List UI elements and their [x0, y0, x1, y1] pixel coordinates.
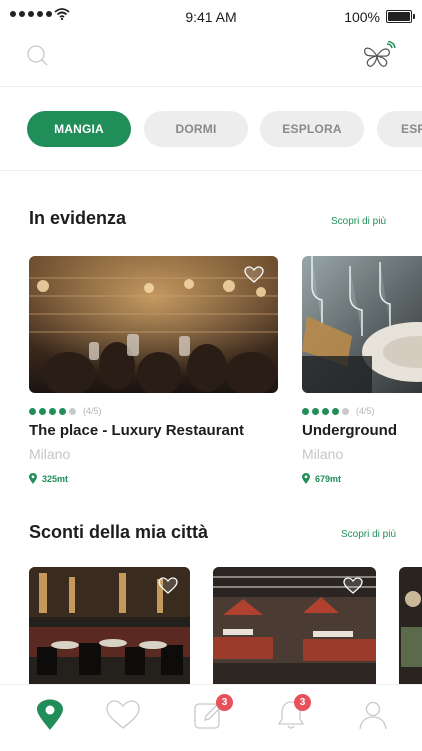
edit-badge: 3: [216, 694, 233, 711]
rating: (4/5): [29, 406, 102, 416]
restaurant-photo[interactable]: [29, 256, 278, 393]
distance-text: 325mt: [42, 473, 69, 484]
restaurant-photo[interactable]: [302, 256, 422, 393]
rating-dot: [332, 407, 339, 415]
favorite-heart-icon[interactable]: [158, 577, 178, 595]
butterfly-logo-icon[interactable]: [362, 41, 396, 71]
featured-more-link[interactable]: Scopri di più: [331, 216, 386, 227]
rating-dot: [69, 407, 76, 415]
restaurant-photo-image: [29, 256, 278, 393]
card-city: Milano: [302, 446, 344, 462]
restaurant-photo-image: [302, 256, 422, 393]
rating-dot: [302, 407, 309, 415]
card-distance: 325mt: [29, 473, 68, 484]
top-bar: [0, 34, 422, 87]
nav-notifications[interactable]: [266, 685, 316, 745]
tab-mangia[interactable]: MANGIA: [27, 111, 131, 147]
featured-title: In evidenza: [29, 208, 127, 228]
rating-text: (4/5): [356, 406, 375, 416]
rating-text: (4/5): [83, 406, 102, 416]
favorite-heart-icon[interactable]: [244, 266, 264, 284]
rating-dot: [342, 407, 349, 415]
bottom-nav: 3 3: [0, 684, 422, 751]
card-distance: 679mt: [302, 473, 341, 484]
battery-icon: [386, 10, 415, 23]
favorite-heart-icon[interactable]: [343, 577, 363, 595]
rating-dot: [29, 407, 36, 415]
user-icon: [359, 701, 387, 730]
status-bar: 9:41 AM 100%: [0, 0, 422, 34]
tab-partial[interactable]: ESP: [377, 111, 422, 147]
category-tabs: MANGIA DORMI ESPLORA ESP: [0, 86, 422, 171]
restaurant-photo[interactable]: [399, 567, 422, 687]
distance-text: 679mt: [315, 473, 342, 484]
nav-profile[interactable]: [348, 685, 398, 745]
rating-dot: [49, 407, 56, 415]
discounts-more-link[interactable]: Scopri di più: [341, 529, 396, 540]
location-pin-icon: [29, 473, 37, 484]
card-title[interactable]: Underground: [302, 422, 397, 439]
search-icon[interactable]: [26, 44, 50, 68]
rating-dot: [39, 407, 46, 415]
rating-dot: [322, 407, 329, 415]
tab-esplora[interactable]: ESPLORA: [260, 111, 364, 147]
discounts-title: Sconti della mia città: [29, 522, 209, 542]
tab-dormi[interactable]: DORMI: [144, 111, 248, 147]
location-pin-icon: [302, 473, 310, 484]
card-title[interactable]: The place - Luxury Restaurant: [29, 422, 244, 439]
notifications-badge: 3: [294, 694, 311, 711]
rating-dot: [59, 407, 66, 415]
rating: (4/5): [302, 406, 375, 416]
card-city: Milano: [29, 446, 71, 462]
location-pin-icon: [37, 699, 63, 730]
restaurant-photo-image: [399, 567, 422, 687]
heart-icon: [106, 700, 140, 729]
nav-map[interactable]: [25, 685, 75, 745]
battery-percent: 100%: [344, 9, 380, 25]
rating-dot: [312, 407, 319, 415]
nav-favorites[interactable]: [98, 685, 148, 745]
